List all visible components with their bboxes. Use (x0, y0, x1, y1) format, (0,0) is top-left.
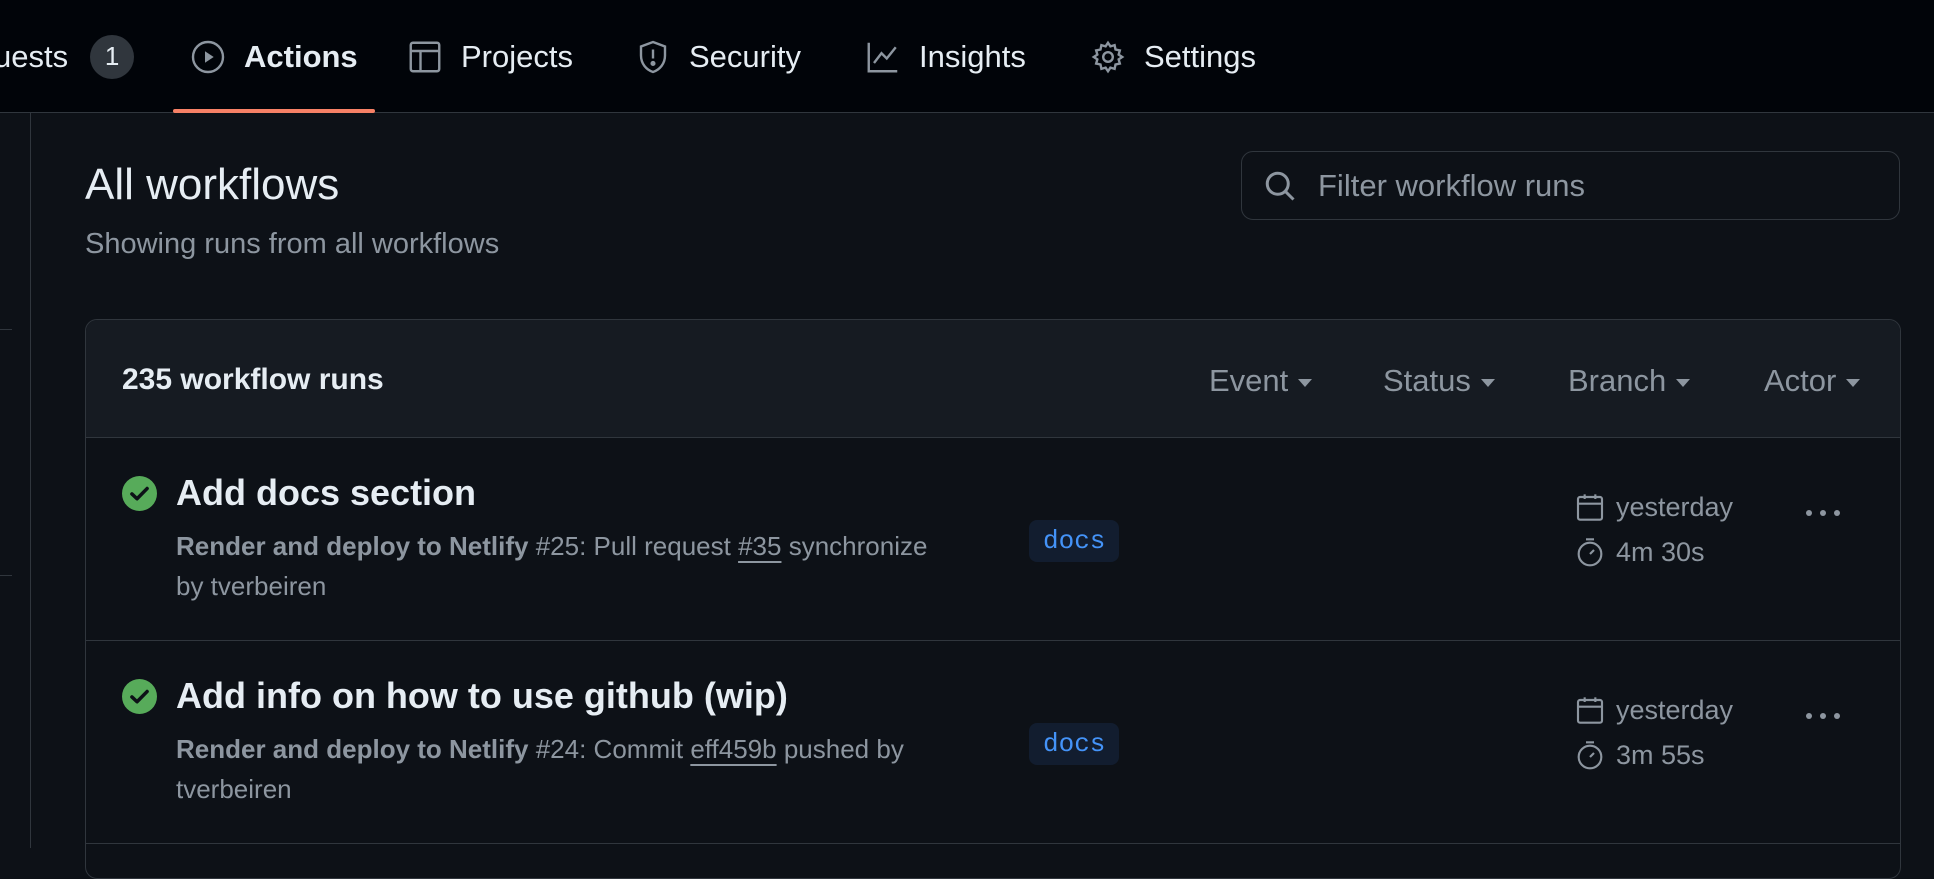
run-number-text: #25: Pull request (528, 531, 739, 561)
runs-count: 235 workflow runs (122, 363, 384, 396)
filter-label: Event (1209, 363, 1289, 398)
caret-down-icon (1298, 379, 1313, 387)
tab-label: Settings (1144, 38, 1257, 74)
run-date-text: yesterday (1616, 694, 1734, 725)
run-date-text: yesterday (1616, 491, 1734, 522)
branch-label[interactable]: docs (1029, 723, 1120, 765)
workflow-run-row[interactable]: Add info on how to use github (wip) Rend… (86, 641, 1900, 844)
actor-filter-dropdown[interactable]: Actor (1764, 363, 1861, 399)
tab-projects[interactable]: Projects (407, 0, 573, 113)
calendar-icon (1574, 491, 1606, 523)
commit-link[interactable]: eff459b (690, 734, 776, 764)
run-meta: Render and deploy to Netlify #24: Commit… (176, 729, 1006, 809)
run-actor-text: by tverbeiren (176, 571, 327, 601)
pull-requests-counter: 1 (90, 34, 135, 79)
pull-request-link[interactable]: #35 (738, 531, 781, 561)
caret-down-icon (1676, 379, 1691, 387)
filter-label: Actor (1764, 363, 1837, 398)
stopwatch-icon (1574, 536, 1606, 568)
graph-icon (865, 39, 901, 75)
status-filter-dropdown[interactable]: Status (1383, 363, 1495, 399)
run-event-text: pushed by (776, 734, 904, 764)
run-title-link[interactable]: Add docs section (176, 472, 476, 514)
sidebar-divider (0, 329, 12, 330)
run-duration: 4m 30s (1574, 536, 1705, 568)
tab-pull-requests[interactable]: uests 1 (0, 0, 135, 113)
runs-list-header: 235 workflow runs Event Status Branch Ac… (86, 320, 1900, 438)
workflow-runs-list: 235 workflow runs Event Status Branch Ac… (85, 319, 1901, 879)
filter-label: Branch (1568, 363, 1667, 398)
filter-label: Status (1383, 363, 1471, 398)
workflow-name: Render and deploy to Netlify (176, 531, 529, 561)
tab-settings[interactable]: Settings (1090, 0, 1256, 113)
run-duration-text: 4m 30s (1616, 536, 1705, 567)
check-circle-icon (122, 476, 157, 511)
tab-label: Insights (919, 38, 1026, 74)
tab-security[interactable]: Security (635, 0, 801, 113)
run-duration-text: 3m 55s (1616, 739, 1705, 770)
tab-actions[interactable]: Actions (173, 0, 375, 113)
filter-runs-search[interactable] (1241, 151, 1900, 220)
run-meta: Render and deploy to Netlify #25: Pull r… (176, 526, 1006, 606)
page-title: All workflows (85, 160, 340, 209)
caret-down-icon (1480, 379, 1495, 387)
event-filter-dropdown[interactable]: Event (1209, 363, 1313, 399)
tab-label: Actions (244, 38, 358, 74)
workflow-run-row[interactable]: Add docs section Render and deploy to Ne… (86, 438, 1900, 641)
run-date: yesterday (1574, 694, 1733, 726)
calendar-icon (1574, 694, 1606, 726)
branch-label[interactable]: docs (1029, 520, 1120, 562)
page-subtitle: Showing runs from all workflows (85, 228, 500, 260)
run-duration: 3m 55s (1574, 739, 1705, 771)
shield-icon (635, 39, 671, 75)
run-actor-text: tverbeiren (176, 774, 292, 804)
table-icon (407, 39, 443, 75)
branch-filter-dropdown[interactable]: Branch (1568, 363, 1691, 399)
search-icon (1262, 168, 1298, 204)
more-actions-button[interactable] (1796, 696, 1850, 736)
repo-nav: uests 1 Actions Projects Security Insigh… (0, 0, 1934, 113)
gear-icon (1090, 39, 1126, 75)
tab-label: uests (0, 38, 69, 74)
run-title-link[interactable]: Add info on how to use github (wip) (176, 675, 788, 717)
tab-label: Security (689, 38, 801, 74)
workflow-sidebar (0, 113, 31, 848)
run-date: yesterday (1574, 491, 1733, 523)
more-actions-button[interactable] (1796, 493, 1850, 533)
caret-down-icon (1846, 379, 1861, 387)
run-event-text: synchronize (781, 531, 928, 561)
stopwatch-icon (1574, 739, 1606, 771)
tab-insights[interactable]: Insights (865, 0, 1026, 113)
search-input[interactable] (1316, 166, 1880, 205)
run-number-text: #24: Commit (528, 734, 691, 764)
play-icon (190, 39, 226, 75)
tab-label: Projects (461, 38, 573, 74)
workflow-name: Render and deploy to Netlify (176, 734, 529, 764)
sidebar-divider (0, 575, 12, 576)
check-circle-icon (122, 679, 157, 714)
